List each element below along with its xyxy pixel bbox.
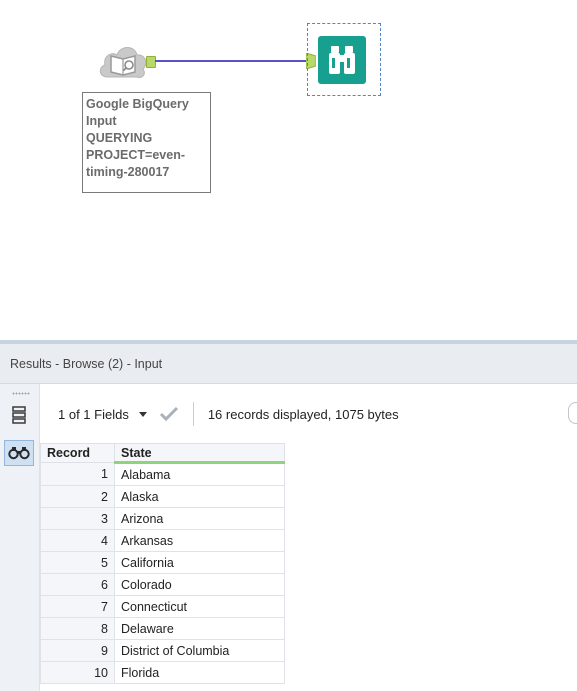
binoculars-icon xyxy=(329,46,355,74)
results-panel-title: Results - Browse (2) - Input xyxy=(0,344,577,384)
list-icon xyxy=(12,406,26,424)
table-row[interactable]: 8 Delaware xyxy=(40,617,285,640)
table-row[interactable]: 2 Alaska xyxy=(40,485,285,508)
table-row[interactable]: 6 Colorado xyxy=(40,573,285,596)
tool-connection[interactable] xyxy=(155,60,308,62)
table-row[interactable]: 9 District of Columbia xyxy=(40,639,285,662)
state-cell[interactable]: Delaware xyxy=(114,617,285,640)
input-tool-annotation: Google BigQuery Input QUERYING PROJECT=e… xyxy=(82,92,211,193)
output-anchor[interactable] xyxy=(146,56,156,68)
check-icon xyxy=(159,406,178,422)
results-toolbar: 1 of 1 Fields 16 records displayed, 1075… xyxy=(40,396,577,432)
record-cell: 9 xyxy=(40,639,115,662)
bigquery-input-tool[interactable] xyxy=(97,39,149,83)
table-row[interactable]: 10 Florida xyxy=(40,661,285,684)
table-row[interactable]: 4 Arkansas xyxy=(40,529,285,552)
fields-dropdown[interactable]: 1 of 1 Fields xyxy=(58,407,147,422)
state-cell[interactable]: Florida xyxy=(114,661,285,684)
state-cell[interactable]: Alaska xyxy=(114,485,285,508)
state-cell[interactable]: California xyxy=(114,551,285,574)
record-cell: 10 xyxy=(40,661,115,684)
column-header-state[interactable]: State xyxy=(114,443,285,464)
toolbar-separator xyxy=(192,402,194,426)
fields-dropdown-label: 1 of 1 Fields xyxy=(58,406,129,422)
table-row[interactable]: 7 Connecticut xyxy=(40,595,285,618)
state-cell[interactable]: Colorado xyxy=(114,573,285,596)
state-cell[interactable]: Connecticut xyxy=(114,595,285,618)
record-cell: 4 xyxy=(40,529,115,552)
record-cell: 6 xyxy=(40,573,115,596)
chevron-down-icon xyxy=(138,411,147,417)
record-count-info: 16 records displayed, 1075 bytes xyxy=(207,406,399,422)
apply-button[interactable] xyxy=(159,406,179,422)
field-list-button[interactable] xyxy=(8,402,30,428)
record-cell: 2 xyxy=(40,485,115,508)
state-cell[interactable]: District of Columbia xyxy=(114,639,285,662)
data-view-button[interactable] xyxy=(4,440,34,466)
record-cell: 7 xyxy=(40,595,115,618)
state-cell[interactable]: Arizona xyxy=(114,507,285,530)
search-input[interactable] xyxy=(568,402,577,424)
browse-tool[interactable] xyxy=(318,36,366,84)
column-header-record[interactable]: Record xyxy=(40,443,115,463)
state-cell[interactable]: Alabama xyxy=(114,462,285,486)
table-row[interactable]: 5 California xyxy=(40,551,285,574)
state-cell[interactable]: Arkansas xyxy=(114,529,285,552)
record-cell: 1 xyxy=(40,462,115,486)
results-grid: Record State 1 Alabama 2 Alaska 3 Arizona 4… xyxy=(40,443,285,684)
binoculars-icon xyxy=(8,447,30,460)
workflow-canvas[interactable]: Google BigQuery Input QUERYING PROJECT=e… xyxy=(0,0,577,340)
table-row[interactable]: 3 Arizona xyxy=(40,507,285,530)
record-cell: 5 xyxy=(40,551,115,574)
record-cell: 8 xyxy=(40,617,115,640)
drag-grip[interactable] xyxy=(12,392,30,395)
record-cell: 3 xyxy=(40,507,115,530)
results-side-strip xyxy=(0,384,40,691)
book-magnifier-icon xyxy=(99,47,147,78)
table-row[interactable]: 1 Alabama xyxy=(40,462,285,486)
